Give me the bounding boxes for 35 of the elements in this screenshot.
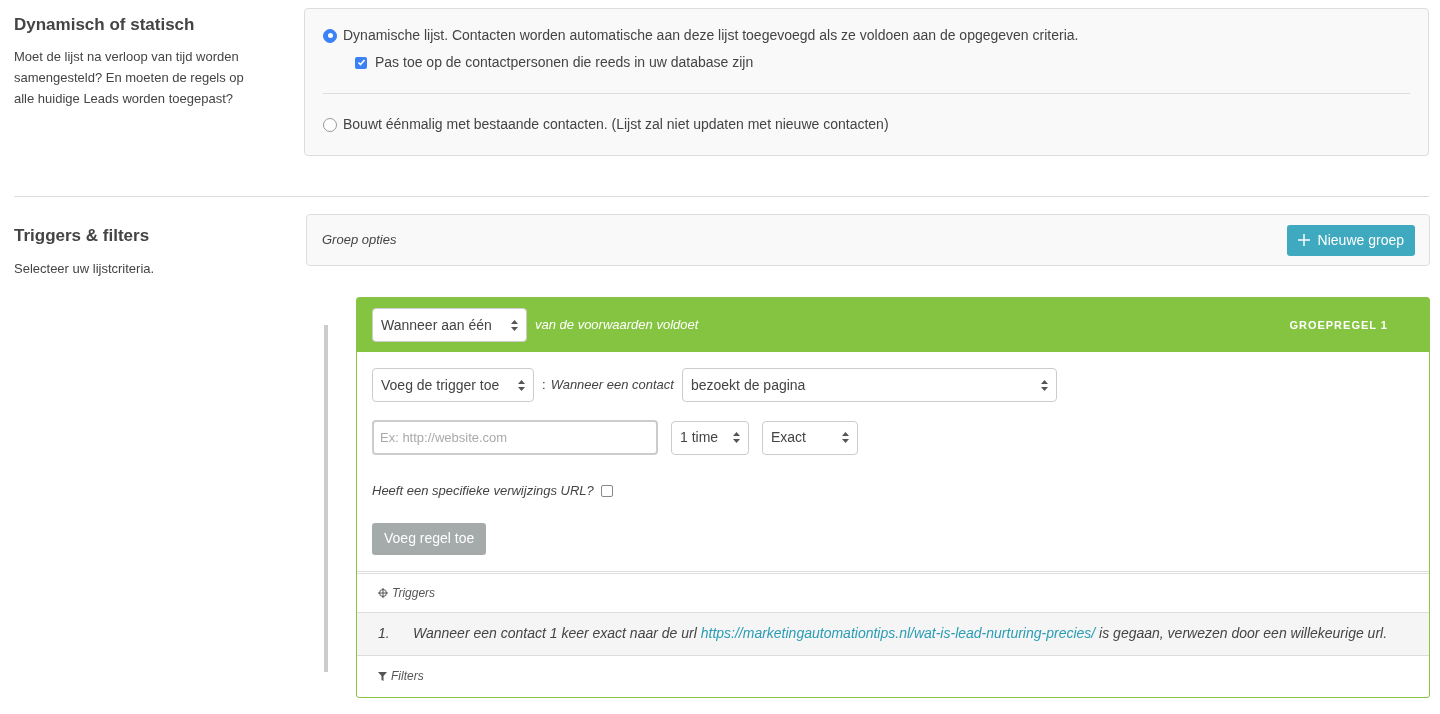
dropdown[interactable]: bezoekt de pagina [681,368,1057,402]
radio-label: Bouwt éénmalig met bestaande contacten. (Lijst zal niet updaten met nieuwe contacten) [343,115,889,134]
filters-heading: Filters [391,668,424,685]
trigger-label: Wanneer een contact [550,376,674,395]
checkbox[interactable] [600,484,613,497]
referrer-label: Heeft een specifieke verwijzings URL? [372,482,594,500]
group-options-label: Groep opties [322,231,397,250]
trigger-description: Wanneer een contact 1 keer exact naar de url https://marketingautomationtips.nl/wat-is-lead-nurturing-precies/ is gegaan, verwezen door een willekeurige url. [413,624,1388,643]
caret-icon [842,432,849,443]
section-description: Selecteer uw lijstcriteria. [14,259,156,278]
dropdown[interactable]: Exact [762,420,858,455]
url-input-field[interactable]: Ex: http://website.com [372,420,658,455]
triggers-heading: Triggers [392,584,436,602]
section-title: Triggers & filters [14,225,151,247]
group-title: GROEPREGEL 1 [1289,317,1388,333]
section-title: Dynamisch of statisch [14,14,196,36]
caret-icon [511,319,518,331]
radio-button[interactable] [323,117,337,132]
section-description: Moet de lijst na verloop van tijd worden samengesteld? En moeten de regels op alle huidige Leads worden toegepast? [14,47,245,108]
crosshair-icon [378,587,388,598]
caret-icon [733,432,740,443]
radio-button[interactable] [323,28,337,43]
group-header-text: van de voorwaarden voldoet [535,316,700,335]
checkbox[interactable] [355,56,367,69]
checkbox-label: Pas toe op de contactpersonen die reeds in uw database zijn [375,53,754,72]
caret-icon [1040,379,1048,391]
dropdown[interactable]: 1 time [671,420,749,455]
separator: : [542,376,546,395]
filter-icon [378,671,387,681]
caret-icon [518,379,525,391]
dropdown[interactable]: Wanneer aan één [372,308,527,342]
radio-label: Dynamische lijst. Contacten worden automatische aan deze lijst toegevoegd als ze voldoen aan de opgegeven criteria. [343,26,1079,45]
trigger-number: 1. [378,624,391,643]
dropdown[interactable]: Voeg de trigger toe [372,368,534,402]
plus-icon [1297,234,1310,246]
